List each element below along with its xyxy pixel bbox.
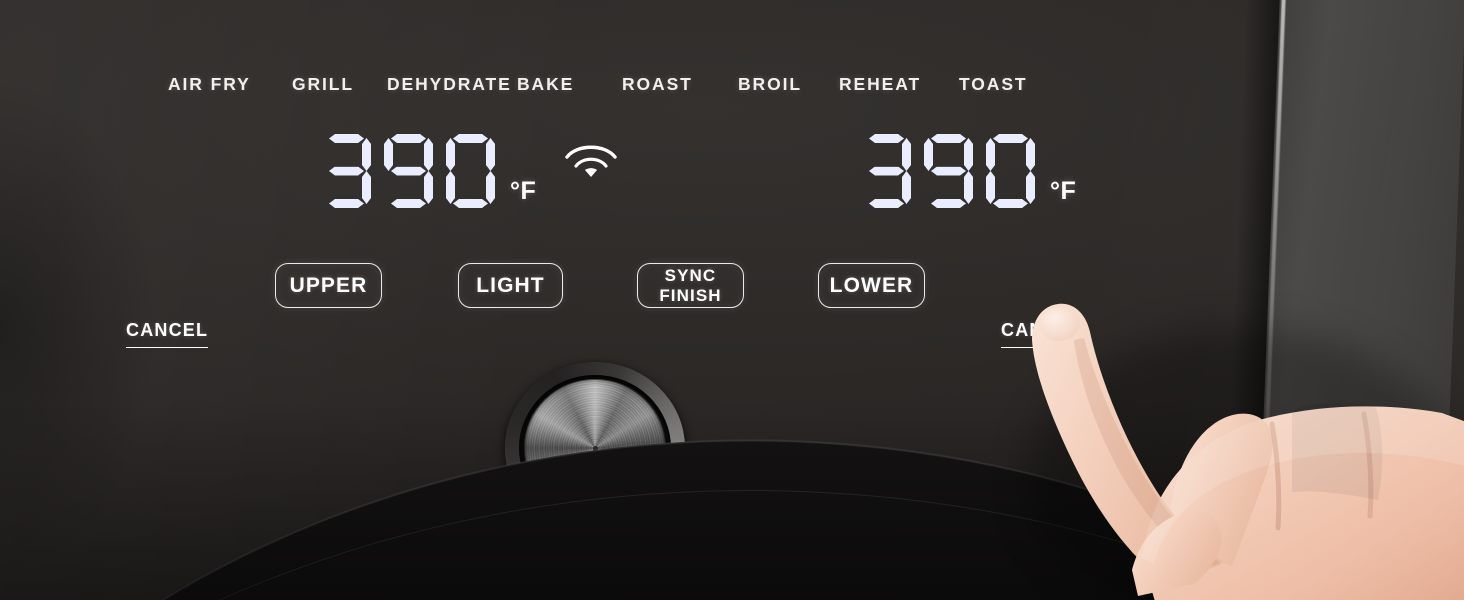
segment-b — [424, 138, 433, 171]
segment-d — [453, 199, 488, 208]
segment-g — [869, 167, 904, 176]
segment-a — [931, 134, 966, 143]
mode-label-bake[interactable]: BAKE — [517, 74, 574, 95]
segment-b — [486, 138, 495, 171]
segment-c — [1026, 171, 1035, 204]
segment-d — [329, 199, 364, 208]
segment-e — [986, 171, 995, 204]
seven-segment-digit — [322, 134, 371, 208]
seven-segment-digit — [862, 134, 911, 208]
upper-zone-unit: °F — [510, 177, 537, 205]
segment-c — [902, 171, 911, 204]
segment-b — [964, 138, 973, 171]
segment-b — [1026, 138, 1035, 171]
upper-zone-digits — [322, 134, 495, 208]
lower-zone-unit: °F — [1050, 177, 1077, 205]
segment-a — [391, 134, 426, 143]
mode-label-roast[interactable]: ROAST — [622, 74, 693, 95]
wifi-icon — [563, 140, 619, 185]
lower-zone-digits — [862, 134, 1035, 208]
upper-zone-display: °F — [322, 134, 536, 208]
segment-g — [391, 167, 426, 176]
mode-label-dehydrate[interactable]: DEHYDRATE — [387, 74, 512, 95]
sync-finish-button[interactable]: SYNC FINISH — [637, 263, 744, 308]
lower-button-label: LOWER — [829, 273, 914, 297]
lower-button[interactable]: LOWER — [818, 263, 925, 308]
mode-label-grill[interactable]: GRILL — [292, 74, 354, 95]
segment-b — [362, 138, 371, 171]
segment-g — [931, 167, 966, 176]
segment-d — [993, 199, 1028, 208]
seven-segment-digit — [924, 134, 973, 208]
light-button[interactable]: LIGHT — [458, 263, 563, 308]
sync-finish-button-label-line2: FINISH — [659, 285, 722, 305]
upper-button[interactable]: UPPER — [275, 263, 382, 308]
light-button-label: LIGHT — [476, 273, 545, 297]
lower-zone-display: °F — [862, 134, 1076, 208]
segment-a — [993, 134, 1028, 143]
segment-d — [931, 199, 966, 208]
user-hand — [992, 228, 1464, 600]
control-panel-screenshot: AIR FRY GRILL DEHYDRATE BAKE ROAST BROIL REHEA… — [0, 0, 1464, 600]
segment-a — [329, 134, 364, 143]
segment-c — [964, 171, 973, 204]
segment-f — [924, 138, 933, 171]
segment-b — [902, 138, 911, 171]
upper-button-label: UPPER — [289, 273, 368, 297]
mode-label-air-fry[interactable]: AIR FRY — [168, 74, 251, 95]
mode-label-toast[interactable]: TOAST — [959, 74, 1028, 95]
seven-segment-digit — [384, 134, 433, 208]
seven-segment-digit — [986, 134, 1035, 208]
mode-label-broil[interactable]: BROIL — [738, 74, 802, 95]
segment-c — [424, 171, 433, 204]
cancel-button-left[interactable]: CANCEL — [126, 320, 209, 348]
segment-a — [869, 134, 904, 143]
segment-f — [446, 138, 455, 171]
segment-f — [384, 138, 393, 171]
segment-e — [446, 171, 455, 204]
mode-label-reheat[interactable]: REHEAT — [839, 74, 921, 95]
segment-f — [986, 138, 995, 171]
seven-segment-digit — [446, 134, 495, 208]
segment-d — [869, 199, 904, 208]
segment-c — [362, 171, 371, 204]
sync-finish-button-label: SYNC — [664, 266, 717, 286]
segment-c — [486, 171, 495, 204]
segment-g — [329, 167, 364, 176]
segment-d — [391, 199, 426, 208]
segment-a — [453, 134, 488, 143]
